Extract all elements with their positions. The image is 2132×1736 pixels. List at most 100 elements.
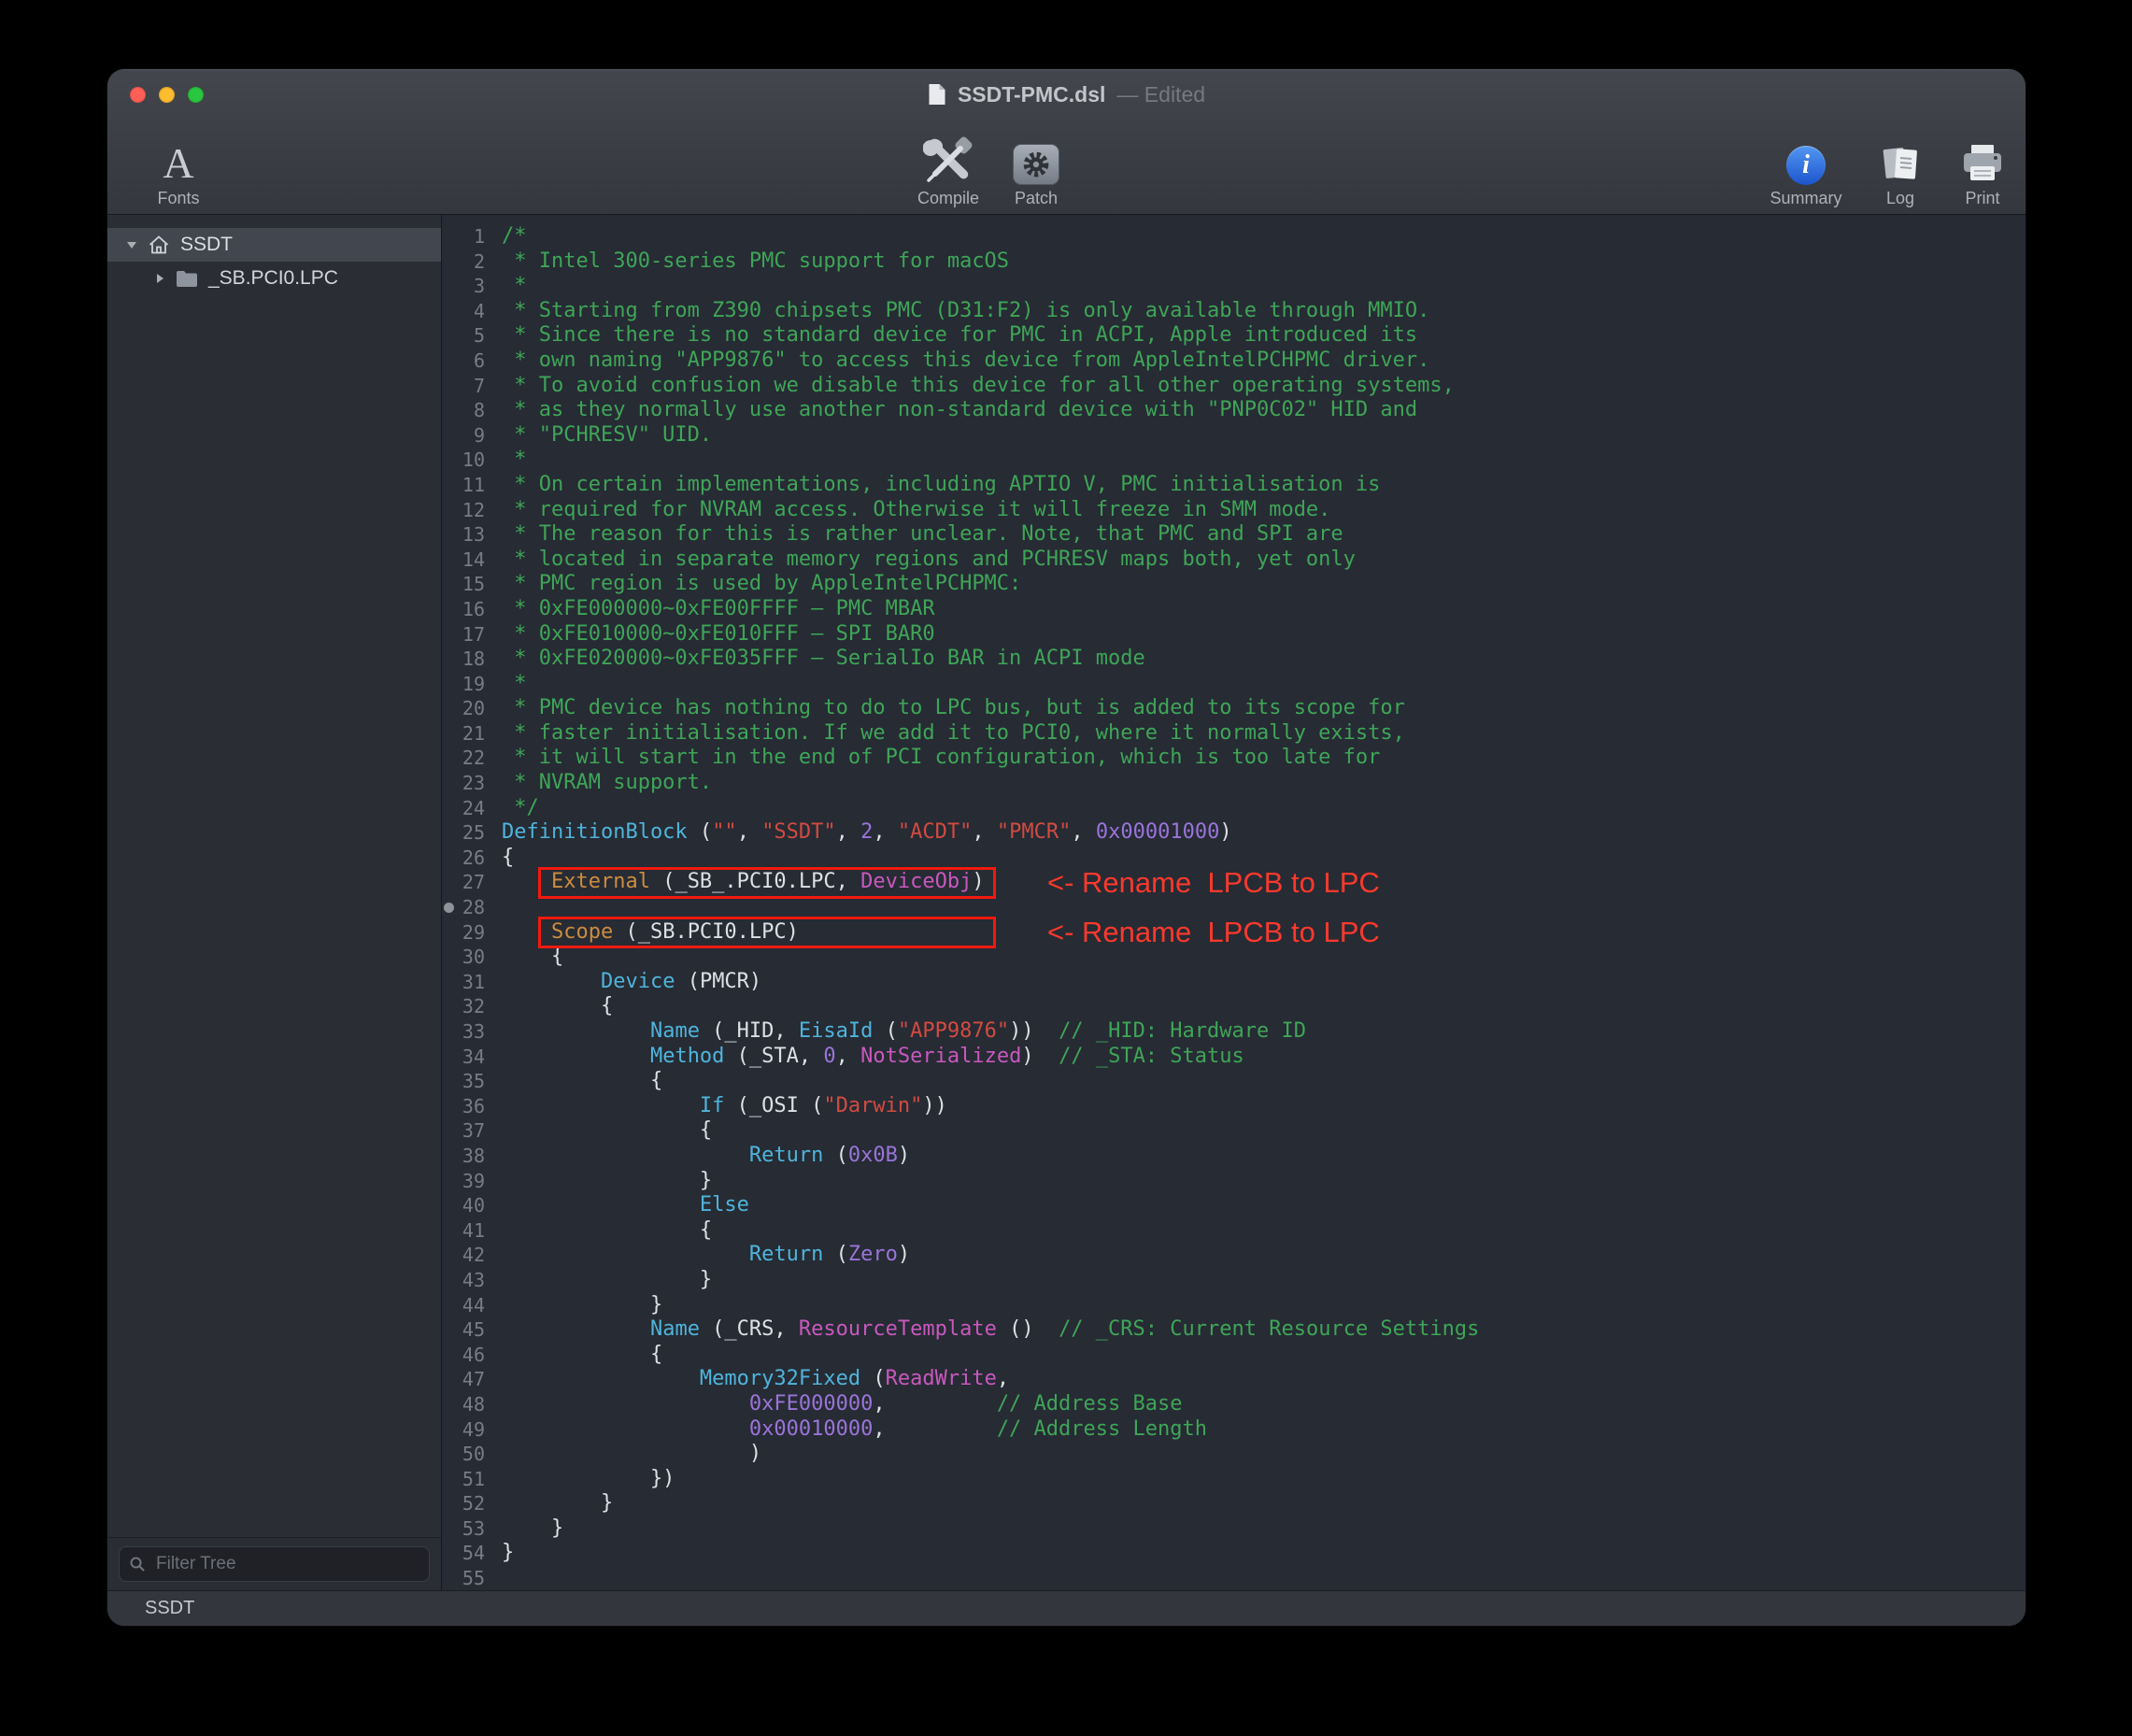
code-line: 46 { bbox=[442, 1343, 2025, 1368]
code-line: 6 * own naming "APP9876" to access this … bbox=[442, 349, 2025, 374]
minimize-button[interactable] bbox=[159, 87, 175, 103]
line-number: 55 bbox=[442, 1566, 485, 1590]
code-line: 45 Name (_CRS, ResourceTemplate () // _C… bbox=[442, 1317, 2025, 1343]
line-number: 31 bbox=[442, 970, 485, 995]
line-number: 18 bbox=[442, 647, 485, 672]
line-number: 49 bbox=[442, 1417, 485, 1443]
summary-button[interactable]: i Summary bbox=[1766, 126, 1846, 208]
code-line: 30 { bbox=[442, 945, 2025, 970]
filter-tree-field[interactable] bbox=[119, 1546, 430, 1582]
line-number: 16 bbox=[442, 597, 485, 622]
annotation-text-scope: <- Rename LPCB to LPC bbox=[1047, 917, 1380, 948]
line-number: 46 bbox=[442, 1343, 485, 1368]
filter-tree-input[interactable] bbox=[154, 1553, 419, 1575]
code-line: 8 * as they normally use another non-sta… bbox=[442, 398, 2025, 423]
print-button[interactable]: Print bbox=[1954, 126, 2011, 208]
line-number: 50 bbox=[442, 1442, 485, 1467]
annotation-text-external: <- Rename LPCB to LPC bbox=[1047, 867, 1380, 899]
code-line: 19 * bbox=[442, 672, 2025, 697]
code-line: 9 * "PCHRESV" UID. bbox=[442, 423, 2025, 448]
code-line: 31 Device (PMCR) bbox=[442, 970, 2025, 995]
fonts-label: Fonts bbox=[157, 190, 199, 208]
line-number: 36 bbox=[442, 1094, 485, 1119]
line-number: 26 bbox=[442, 846, 485, 871]
sidebar: SSDT _SB.PCI0.LPC bbox=[107, 215, 442, 1590]
code-line: 36 If (_OSI ("Darwin")) bbox=[442, 1094, 2025, 1119]
code-line: 52 } bbox=[442, 1491, 2025, 1516]
line-number: 19 bbox=[442, 672, 485, 697]
line-number: 3 bbox=[442, 274, 485, 299]
zoom-button[interactable] bbox=[188, 87, 204, 103]
code-line: 42 Return (Zero) bbox=[442, 1243, 2025, 1268]
line-number: 48 bbox=[442, 1392, 485, 1417]
document-name: SSDT-PMC.dsl bbox=[958, 82, 1105, 107]
toolbar: A Fonts Compile bbox=[107, 120, 2025, 214]
line-number: 29 bbox=[442, 920, 485, 946]
line-number: 6 bbox=[442, 349, 485, 374]
log-label: Log bbox=[1886, 190, 1914, 208]
sidebar-item-ssdt[interactable]: SSDT bbox=[107, 228, 441, 262]
code-editor[interactable]: 1/*2 * Intel 300-series PMC support for … bbox=[442, 215, 2025, 1590]
line-number: 25 bbox=[442, 820, 485, 846]
status-bar: SSDT bbox=[107, 1590, 2025, 1626]
line-number: 51 bbox=[442, 1467, 485, 1492]
line-number: 47 bbox=[442, 1367, 485, 1392]
folder-icon bbox=[175, 270, 199, 288]
code-line: 54} bbox=[442, 1541, 2025, 1566]
traffic-lights bbox=[130, 69, 204, 120]
code-line: 37 { bbox=[442, 1118, 2025, 1144]
toolbar-center-group: Compile Patch bbox=[906, 126, 1069, 208]
line-number: 20 bbox=[442, 696, 485, 721]
code-line: 33 Name (_HID, EisaId ("APP9876")) // _H… bbox=[442, 1019, 2025, 1045]
line-number: 9 bbox=[442, 423, 485, 448]
code-line: 13 * The reason for this is rather uncle… bbox=[442, 522, 2025, 548]
sidebar-item-sb-pci0-lpc[interactable]: _SB.PCI0.LPC bbox=[107, 262, 441, 295]
compile-tools-icon bbox=[923, 136, 974, 185]
compile-label: Compile bbox=[917, 190, 979, 208]
line-number: 7 bbox=[442, 374, 485, 399]
gutter-marker-dot bbox=[444, 903, 454, 913]
disclosure-down-icon[interactable] bbox=[124, 238, 139, 251]
code-line: 38 Return (0x0B) bbox=[442, 1144, 2025, 1169]
fonts-button[interactable]: A Fonts bbox=[134, 126, 223, 208]
maciasl-window: SSDT-PMC.dsl — Edited A Fonts bbox=[107, 69, 2025, 1626]
code-line: 11 * On certain implementations, includi… bbox=[442, 473, 2025, 498]
disclosure-right-icon[interactable] bbox=[152, 272, 167, 285]
code-line: 1/* bbox=[442, 224, 2025, 249]
summary-label: Summary bbox=[1770, 190, 1841, 208]
line-number: 34 bbox=[442, 1045, 485, 1070]
main-content: SSDT _SB.PCI0.LPC bbox=[107, 215, 2025, 1590]
log-button[interactable]: Log bbox=[1874, 126, 1926, 208]
toolbar-right-group: i Summary Log bbox=[1766, 126, 2011, 208]
code-line: 32 { bbox=[442, 994, 2025, 1019]
line-number: 5 bbox=[442, 323, 485, 349]
tree-label: SSDT bbox=[180, 234, 233, 256]
line-number: 1 bbox=[442, 224, 485, 249]
code-line: 12 * required for NVRAM access. Otherwis… bbox=[442, 498, 2025, 523]
document-icon bbox=[928, 83, 946, 106]
code-line: 40 Else bbox=[442, 1193, 2025, 1218]
code-line: 18 * 0xFE020000~0xFE035FFF — SerialIo BA… bbox=[442, 647, 2025, 672]
code-line: 16 * 0xFE000000~0xFE00FFFF — PMC MBAR bbox=[442, 597, 2025, 622]
code-line: 10 * bbox=[442, 448, 2025, 473]
fonts-icon: A bbox=[163, 142, 193, 185]
info-icon: i bbox=[1786, 146, 1826, 185]
code-line: 39 } bbox=[442, 1169, 2025, 1194]
window-chrome: SSDT-PMC.dsl — Edited A Fonts bbox=[107, 69, 2025, 215]
code-line: 25DefinitionBlock ("", "SSDT", 2, "ACDT"… bbox=[442, 820, 2025, 846]
patch-button[interactable]: Patch bbox=[1003, 126, 1069, 208]
close-button[interactable] bbox=[130, 87, 146, 103]
line-number: 39 bbox=[442, 1169, 485, 1194]
code-line: 44 } bbox=[442, 1293, 2025, 1318]
code-line: 21 * faster initialisation. If we add it… bbox=[442, 721, 2025, 747]
compile-button[interactable]: Compile bbox=[906, 126, 990, 208]
code-line: 50 ) bbox=[442, 1442, 2025, 1467]
code-line: 23 * NVRAM support. bbox=[442, 771, 2025, 796]
line-number: 21 bbox=[442, 721, 485, 747]
line-number: 35 bbox=[442, 1069, 485, 1094]
line-number: 2 bbox=[442, 249, 485, 275]
line-number: 32 bbox=[442, 994, 485, 1019]
acpi-tree: SSDT _SB.PCI0.LPC bbox=[107, 215, 441, 1537]
code-line: 41 { bbox=[442, 1218, 2025, 1244]
code-line: 35 { bbox=[442, 1069, 2025, 1094]
